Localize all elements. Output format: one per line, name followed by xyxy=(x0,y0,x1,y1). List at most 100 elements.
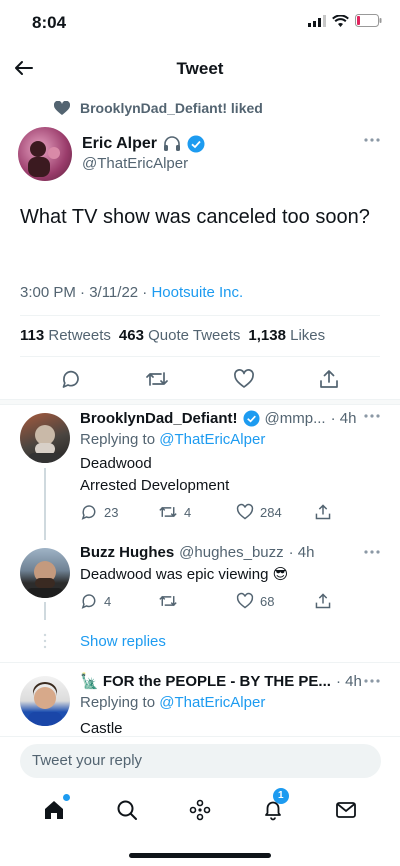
section-divider xyxy=(0,399,400,405)
status-time: 8:04 xyxy=(32,13,67,32)
tab-notifications[interactable]: 1 xyxy=(261,788,289,822)
replying-to: Replying to @ThatEricAlper xyxy=(80,429,265,451)
status-bar: 8:04 xyxy=(0,0,400,44)
verified-badge-icon xyxy=(243,410,260,427)
divider xyxy=(0,662,400,663)
share-icon[interactable] xyxy=(318,368,340,390)
reply-text: Castle xyxy=(80,720,123,735)
more-options-icon[interactable] xyxy=(364,550,380,554)
home-indicator[interactable] xyxy=(129,853,271,858)
reply-author-name: Buzz Hughes xyxy=(80,544,175,561)
liked-by-label: BrooklynDad_Defiant! liked xyxy=(80,100,263,116)
retweet-count: 4 xyxy=(184,504,192,520)
reply-input[interactable]: Tweet your reply xyxy=(20,744,381,778)
like-icon xyxy=(236,503,254,520)
share-icon[interactable] xyxy=(314,503,332,521)
thread-line xyxy=(44,602,46,620)
tweet-source-link[interactable]: Hootsuite Inc. xyxy=(151,284,243,301)
retweet-icon xyxy=(159,506,177,518)
like-count: 68 xyxy=(260,593,275,609)
reply-text-line: Deadwood xyxy=(80,455,152,472)
battery-icon xyxy=(355,14,382,27)
reply-text-line: Arrested Development xyxy=(80,477,230,494)
headphones-icon xyxy=(164,136,180,151)
like-button[interactable]: 284 xyxy=(236,503,314,521)
divider xyxy=(20,315,380,316)
retweets-stat[interactable]: 113 Retweets xyxy=(20,327,111,344)
replying-to-link[interactable]: @ThatEricAlper xyxy=(159,431,265,448)
reply-actions: 4 68 xyxy=(80,592,332,610)
reply-time: · 4h xyxy=(288,544,315,561)
tab-spaces[interactable] xyxy=(188,798,212,822)
reply-header[interactable]: BrooklynDad_Defiant! @mmp... · 4h xyxy=(80,410,356,427)
author-name-row[interactable]: Eric Alper xyxy=(82,135,205,153)
retweet-button[interactable]: 4 xyxy=(158,503,236,521)
status-icons xyxy=(308,14,382,27)
reply-author-name: 🗽 FOR the PEOPLE - BY THE PE... xyxy=(80,673,331,690)
like-count: 284 xyxy=(260,504,282,520)
replying-to-link[interactable]: @ThatEricAlper xyxy=(159,694,265,711)
search-icon xyxy=(117,800,138,820)
reply-author-handle: @mmp... xyxy=(264,410,326,427)
share-icon[interactable] xyxy=(314,592,332,610)
reply-icon xyxy=(81,594,96,609)
tab-home[interactable] xyxy=(42,794,71,822)
tab-messages[interactable] xyxy=(334,798,358,822)
social-context[interactable]: BrooklynDad_Defiant! liked xyxy=(54,100,263,116)
reply-button[interactable]: 4 xyxy=(80,592,158,610)
page-title: Tweet xyxy=(176,59,224,78)
heart-filled-icon xyxy=(54,100,70,115)
notifications-badge: 1 xyxy=(272,788,289,804)
thread-dots xyxy=(43,633,47,649)
tweet-stats: 113 Retweets 463 Quote Tweets 1,138 Like… xyxy=(20,327,325,344)
replying-to: Replying to @ThatEricAlper xyxy=(80,692,265,714)
reply-time: · 4h xyxy=(330,410,357,427)
tab-search[interactable] xyxy=(115,798,139,822)
tweet-actions xyxy=(0,368,400,390)
author-avatar[interactable] xyxy=(18,127,72,181)
tweet-meta: 3:00 PM · 3/11/22 · Hootsuite Inc. xyxy=(20,284,243,301)
tweet-timestamp: 3:00 PM · 3/11/22 · xyxy=(20,284,152,301)
reply-actions: 23 4 284 xyxy=(80,503,332,521)
home-icon xyxy=(45,801,64,819)
reply-count: 23 xyxy=(104,504,119,520)
reply-text: Deadwood was epic viewing 😎 xyxy=(80,566,289,583)
spaces-icon xyxy=(189,799,211,821)
retweet-icon[interactable] xyxy=(145,368,169,390)
like-icon xyxy=(236,592,254,609)
reply-time: · 4h xyxy=(335,672,362,690)
tweet-text: What TV show was canceled too soon? xyxy=(20,206,370,228)
author-name: Eric Alper xyxy=(82,135,157,152)
more-options-icon[interactable] xyxy=(364,138,380,142)
reply-author-name: BrooklynDad_Defiant! xyxy=(80,410,238,427)
author-handle[interactable]: @ThatEricAlper xyxy=(82,155,188,172)
like-button[interactable]: 68 xyxy=(236,592,314,610)
divider xyxy=(20,356,380,357)
likes-stat[interactable]: 1,138 Likes xyxy=(248,327,325,344)
reply-avatar[interactable] xyxy=(20,548,70,598)
mail-icon xyxy=(335,802,356,818)
reply-avatar[interactable] xyxy=(20,676,70,726)
reply-header[interactable]: 🗽 FOR the PEOPLE - BY THE PE... · 4h xyxy=(80,672,362,691)
quote-tweets-stat[interactable]: 463 Quote Tweets xyxy=(119,327,240,344)
reply-input-placeholder: Tweet your reply xyxy=(32,752,143,769)
replying-prefix: Replying to xyxy=(80,694,160,711)
reply-icon[interactable] xyxy=(60,368,82,390)
more-options-icon[interactable] xyxy=(364,679,380,683)
reply-header[interactable]: Buzz Hughes @hughes_buzz · 4h xyxy=(80,544,315,561)
verified-badge-icon xyxy=(187,135,205,153)
reply-icon xyxy=(81,505,96,520)
retweet-icon xyxy=(159,595,177,607)
like-icon[interactable] xyxy=(233,368,255,390)
more-options-icon[interactable] xyxy=(364,414,380,418)
retweet-button[interactable] xyxy=(158,592,236,610)
thread-line xyxy=(44,468,46,540)
cellular-signal-icon xyxy=(308,14,326,27)
reply-button[interactable]: 23 xyxy=(80,503,158,521)
wifi-icon xyxy=(332,14,349,27)
reply-avatar[interactable] xyxy=(20,413,70,463)
reply-author-handle: @hughes_buzz xyxy=(179,544,284,561)
show-replies-link[interactable]: Show replies xyxy=(80,633,166,650)
unread-dot xyxy=(63,794,71,801)
replying-prefix: Replying to xyxy=(80,431,160,448)
